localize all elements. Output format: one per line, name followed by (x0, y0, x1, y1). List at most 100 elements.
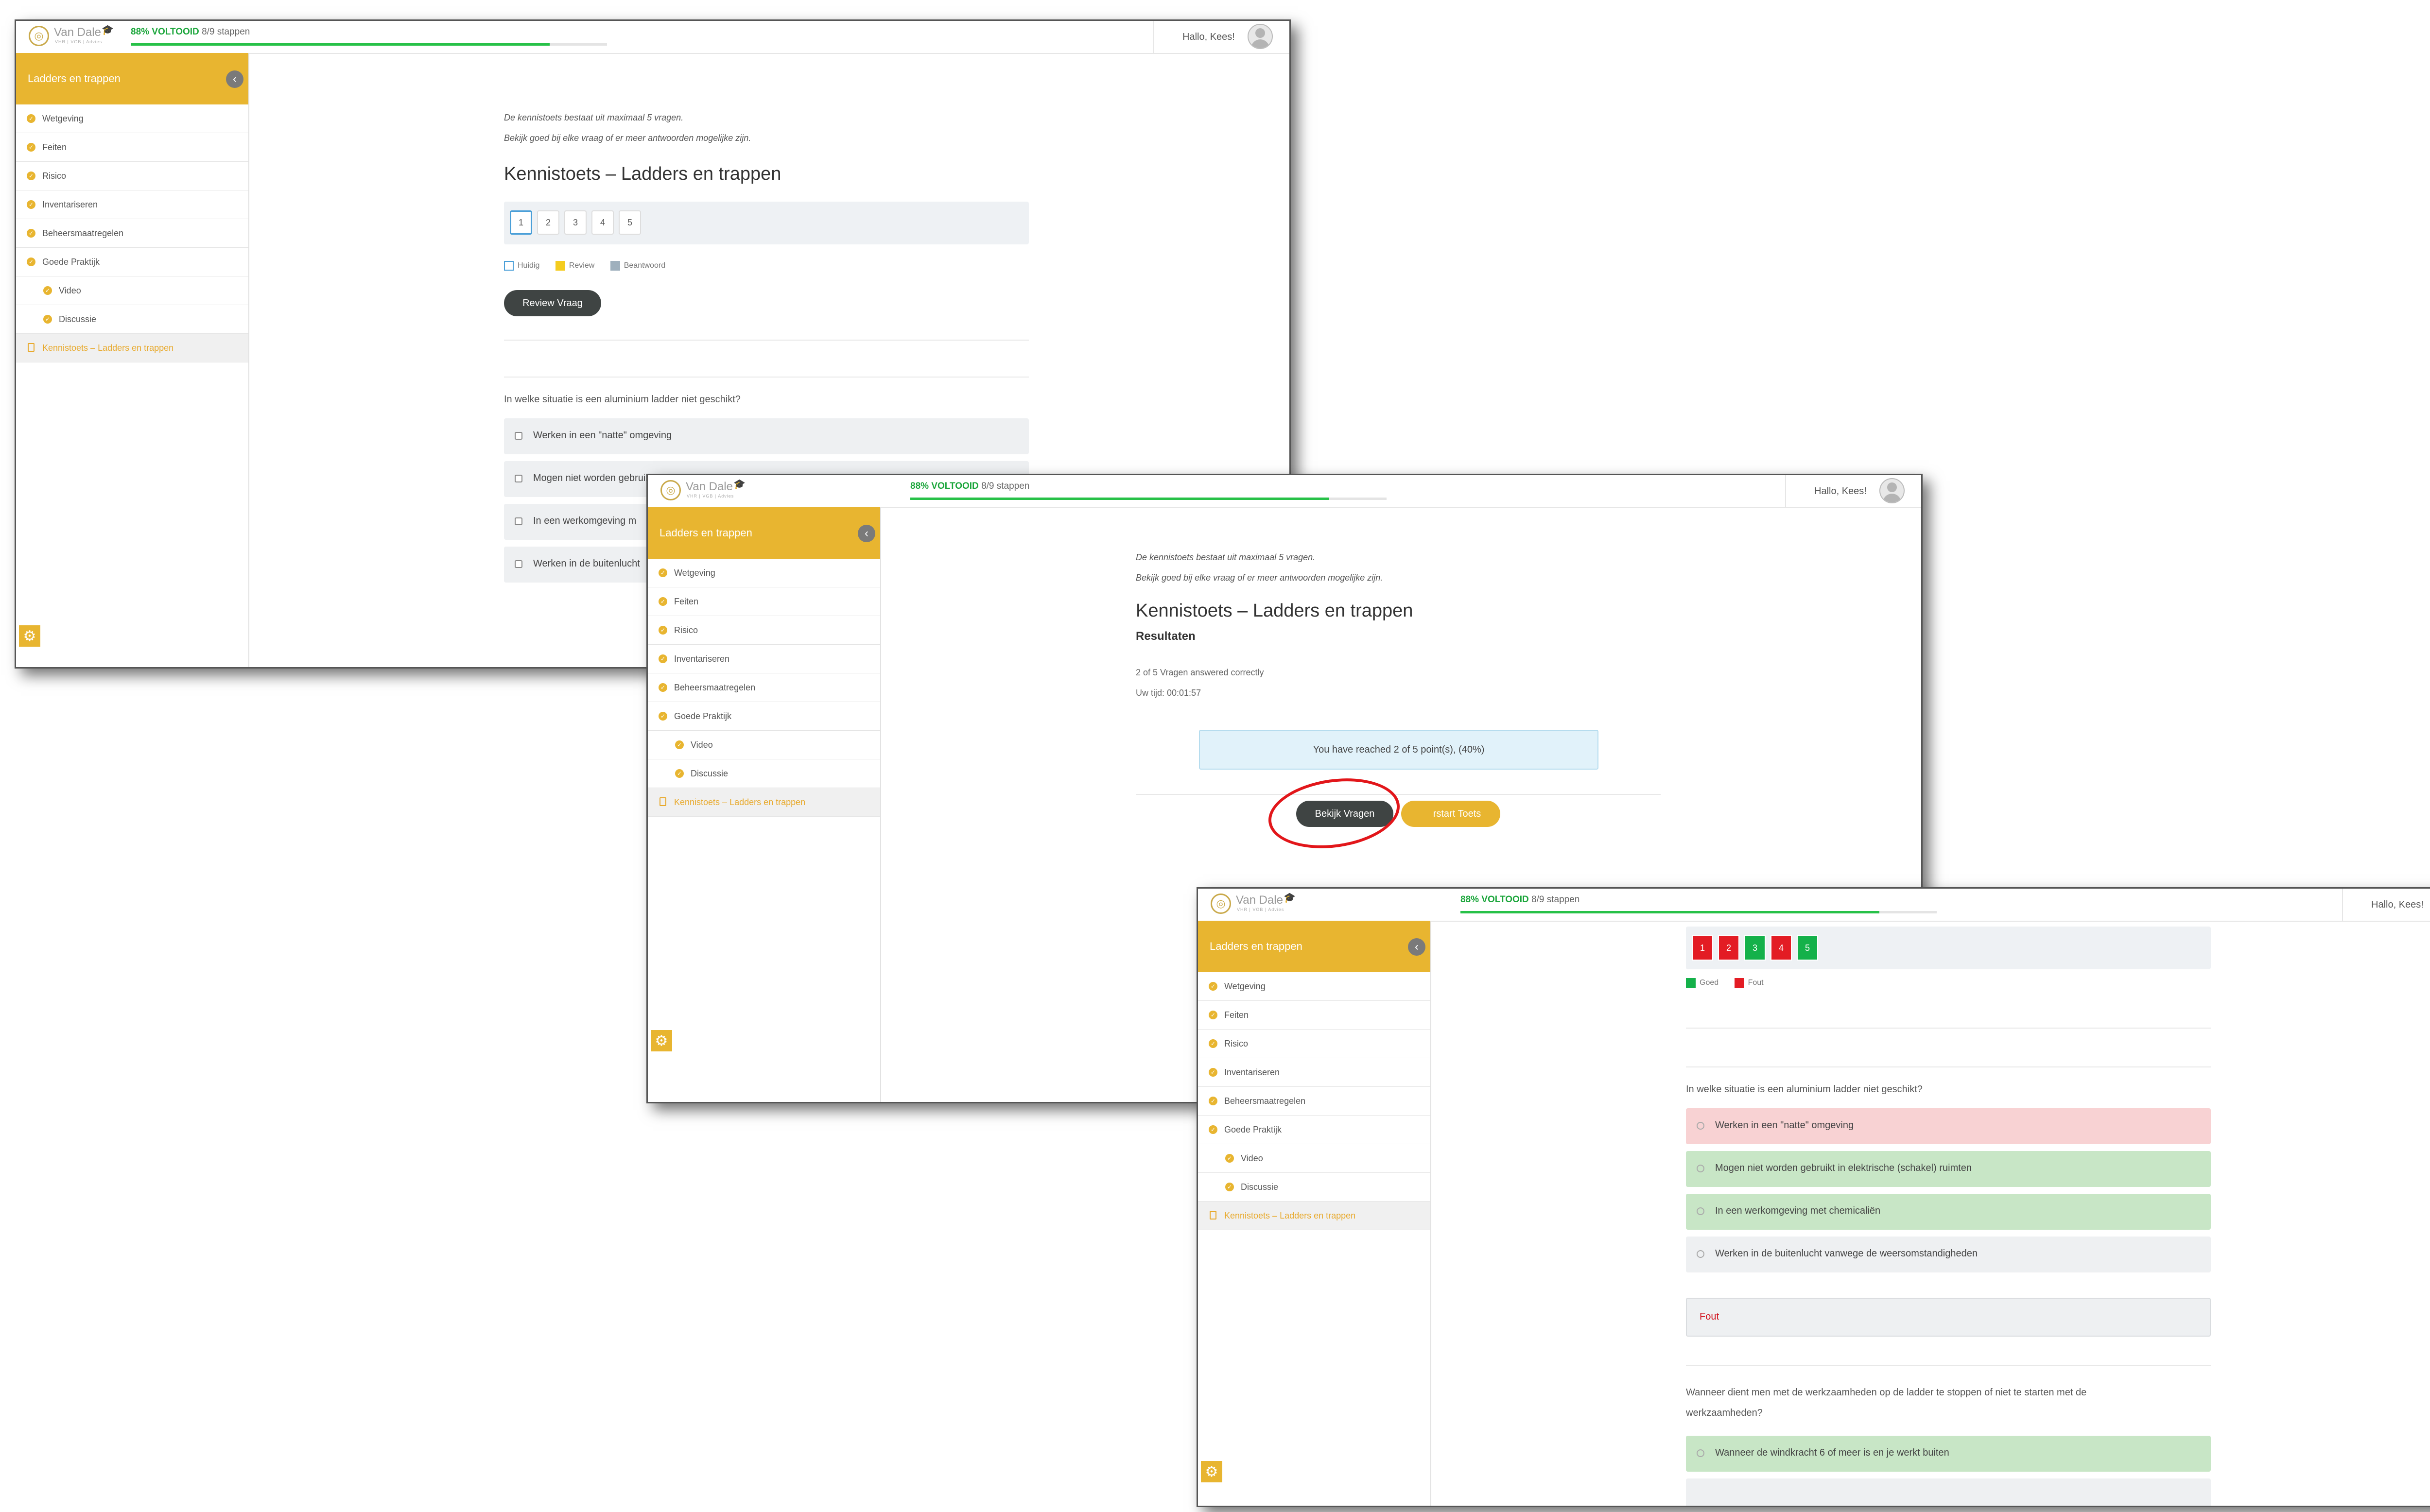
checkbox[interactable] (515, 432, 522, 440)
user-menu[interactable]: Hallo, Kees! (2342, 889, 2430, 921)
check-icon: ✓ (27, 114, 35, 123)
logo[interactable]: ◎ Van Dale VHR | VGB | Advies 🎓 (660, 478, 758, 503)
sidebar-item-goede-praktijk[interactable]: ✓ Goede Praktijk (648, 702, 880, 731)
legend-label: Review (569, 261, 595, 270)
legend-label: Goed (1700, 979, 1719, 987)
sidebar-item-inventariseren[interactable]: ✓ Inventariseren (1198, 1058, 1430, 1087)
sidebar-item-risico[interactable]: ✓ Risico (16, 162, 248, 190)
question-pager: 1 2 3 4 5 (504, 202, 1029, 244)
sidebar-item-risico[interactable]: ✓ Risico (648, 616, 880, 645)
restart-quiz-button[interactable]: rstart Toets (1401, 801, 1500, 827)
question-number-3[interactable]: 3 (564, 210, 587, 235)
question-number-1[interactable]: 1 (510, 210, 532, 235)
intro-line: Bekijk goed bij elke vraag of er meer an… (504, 133, 751, 143)
course-sidebar: Ladders en trappen ‹ ✓ Wetgeving ✓ Feiten … (648, 507, 881, 1102)
sidebar-title: Ladders en trappen (1210, 940, 1302, 952)
check-icon: ✓ (43, 286, 52, 295)
sidebar-item-beheersmaatregelen[interactable]: ✓ Beheersmaatregelen (1198, 1087, 1430, 1116)
progress-steps: 8/9 stappen (202, 27, 250, 37)
sidebar-item-kennistoets[interactable]: Kennistoets – Ladders en trappen (1198, 1202, 1430, 1230)
graduation-cap-icon: 🎓 (733, 479, 746, 490)
sidebar-item-video[interactable]: ✓ Video (16, 276, 248, 305)
check-icon: ✓ (1209, 1097, 1217, 1105)
check-icon: ✓ (659, 568, 667, 577)
sidebar-item-label: Feiten (674, 597, 699, 606)
sidebar-item-risico[interactable]: ✓ Risico (1198, 1030, 1430, 1058)
result-number-1[interactable]: 1 (1692, 935, 1713, 961)
gear-icon[interactable]: ⚙ (651, 1030, 672, 1051)
sidebar-item-label: Inventariseren (674, 654, 730, 664)
checkbox[interactable] (515, 475, 522, 482)
sidebar-item-wetgeving[interactable]: ✓ Wetgeving (16, 104, 248, 133)
sidebar-header: Ladders en trappen ‹ (1198, 921, 1430, 972)
chevron-left-icon[interactable]: ‹ (226, 70, 243, 88)
answer-option (1686, 1478, 2211, 1506)
sidebar-item-feiten[interactable]: ✓ Feiten (648, 587, 880, 616)
check-icon: ✓ (27, 229, 35, 238)
sidebar-item-video[interactable]: ✓ Video (1198, 1144, 1430, 1173)
review-question-button[interactable]: Review Vraag (504, 290, 601, 316)
sidebar-item-label: Wetgeving (1224, 981, 1266, 991)
checkbox[interactable] (515, 560, 522, 568)
sidebar-item-inventariseren[interactable]: ✓ Inventariseren (648, 645, 880, 673)
answer-label: Werken in een "natte" omgeving (533, 430, 672, 441)
progress-track (1460, 911, 1937, 913)
gear-icon[interactable]: ⚙ (1201, 1461, 1222, 1482)
question-number-5[interactable]: 5 (619, 210, 641, 235)
checkbox[interactable] (515, 517, 522, 525)
sidebar-item-kennistoets[interactable]: Kennistoets – Ladders en trappen (648, 788, 880, 817)
answer-label: Werken in de buitenlucht vanwege de weer… (1715, 1248, 1978, 1259)
sidebar-item-wetgeving[interactable]: ✓ Wetgeving (1198, 972, 1430, 1001)
sidebar-item-video[interactable]: ✓ Video (648, 731, 880, 759)
sidebar-item-label: Risico (42, 171, 67, 181)
sidebar-header: Ladders en trappen ‹ (16, 53, 248, 104)
logo-name: Van Dale (54, 26, 101, 39)
progress-percent: 88% VOLTOOID (910, 481, 979, 491)
sidebar-item-discussie[interactable]: ✓ Discussie (16, 305, 248, 334)
legend-correct-swatch (1686, 978, 1696, 988)
result-pager: 1 2 3 4 5 (1686, 927, 2211, 969)
result-number-3[interactable]: 3 (1744, 935, 1766, 961)
user-menu[interactable]: Hallo, Kees! (1153, 21, 1289, 53)
check-icon: ✓ (1209, 1011, 1217, 1019)
sidebar-item-inventariseren[interactable]: ✓ Inventariseren (16, 190, 248, 219)
sidebar-item-label: Risico (674, 625, 698, 635)
radio (1697, 1165, 1704, 1172)
sidebar-item-goede-praktijk[interactable]: ✓ Goede Praktijk (1198, 1116, 1430, 1144)
progress-percent: 88% VOLTOOID (1460, 894, 1529, 905)
check-icon: ✓ (659, 626, 667, 635)
check-icon: ✓ (659, 683, 667, 692)
sidebar-item-beheersmaatregelen[interactable]: ✓ Beheersmaatregelen (16, 219, 248, 248)
sidebar-item-feiten[interactable]: ✓ Feiten (1198, 1001, 1430, 1030)
answer-label: Werken in de buitenlucht (533, 558, 640, 569)
question-text: Wanneer dient men met de werkzaamheden o… (1686, 1382, 2086, 1423)
sidebar-item-goede-praktijk[interactable]: ✓ Goede Praktijk (16, 248, 248, 276)
intro-line: De kennistoets bestaat uit maximaal 5 vr… (504, 113, 684, 122)
answer-option[interactable]: Werken in een "natte" omgeving (504, 418, 1029, 454)
question-number-4[interactable]: 4 (591, 210, 614, 235)
progress-track (910, 498, 1387, 500)
result-number-2[interactable]: 2 (1718, 935, 1739, 961)
sidebar-item-label: Kennistoets – Ladders en trappen (42, 343, 174, 353)
document-icon (660, 797, 666, 806)
chevron-left-icon[interactable]: ‹ (858, 525, 875, 542)
sidebar-item-wetgeving[interactable]: ✓ Wetgeving (648, 559, 880, 587)
chevron-left-icon[interactable]: ‹ (1408, 938, 1425, 956)
sidebar-item-discussie[interactable]: ✓ Discussie (1198, 1173, 1430, 1202)
logo[interactable]: ◎ Van Dale VHR | VGB | Advies 🎓 (29, 24, 126, 49)
user-menu[interactable]: Hallo, Kees! (1785, 475, 1921, 507)
check-icon: ✓ (1209, 1068, 1217, 1077)
sidebar-item-kennistoets[interactable]: Kennistoets – Ladders en trappen (16, 334, 248, 362)
logo[interactable]: ◎ Van Dale VHR | VGB | Advies 🎓 (1211, 892, 1308, 917)
sidebar-item-discussie[interactable]: ✓ Discussie (648, 759, 880, 788)
sidebar-item-label: Beheersmaatregelen (42, 228, 124, 238)
result-number-4[interactable]: 4 (1770, 935, 1792, 961)
avatar[interactable] (1248, 24, 1273, 49)
result-number-5[interactable]: 5 (1797, 935, 1818, 961)
question-number-2[interactable]: 2 (537, 210, 559, 235)
avatar[interactable] (1879, 478, 1905, 503)
gear-icon[interactable]: ⚙ (19, 625, 40, 647)
sidebar-item-beheersmaatregelen[interactable]: ✓ Beheersmaatregelen (648, 673, 880, 702)
logo-name: Van Dale (1236, 893, 1283, 907)
sidebar-item-feiten[interactable]: ✓ Feiten (16, 133, 248, 162)
